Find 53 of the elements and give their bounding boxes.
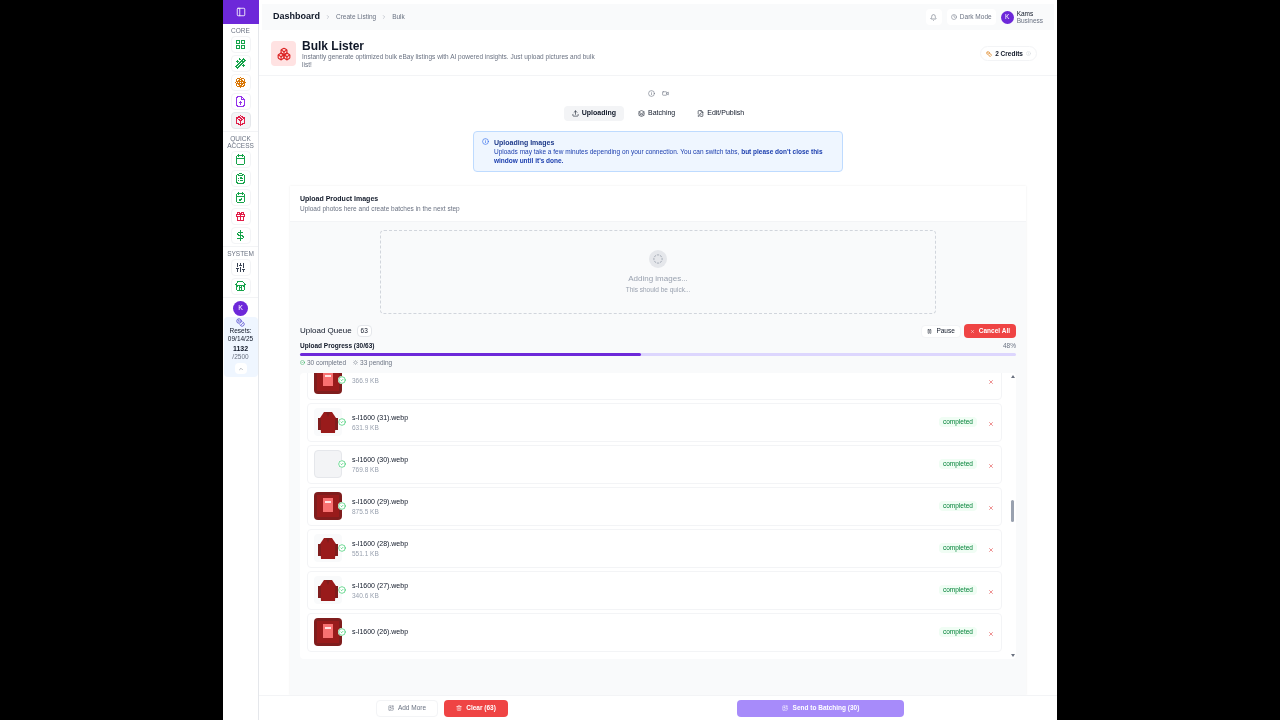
bell-icon xyxy=(930,13,938,21)
remove-button[interactable] xyxy=(987,461,995,470)
upload-icon xyxy=(571,110,579,117)
close-icon xyxy=(988,630,994,637)
boxes-icon xyxy=(276,46,291,61)
remove-button[interactable] xyxy=(987,629,995,638)
image-plus-icon xyxy=(781,705,788,711)
edit-icon xyxy=(697,110,705,117)
video-button[interactable] xyxy=(659,88,671,99)
check-circle-icon xyxy=(300,360,305,366)
remove-button[interactable] xyxy=(987,419,995,428)
close-icon xyxy=(988,546,994,553)
thumbnail-placeholder xyxy=(314,450,342,478)
layers-icon xyxy=(638,110,645,117)
close-icon xyxy=(988,504,994,511)
dropzone-title: Adding images... xyxy=(628,272,688,285)
queue-title: Upload Queue xyxy=(300,325,352,337)
sidebar-item[interactable] xyxy=(230,93,251,110)
trash-icon xyxy=(456,705,463,711)
video-icon xyxy=(661,90,669,97)
notifications-button[interactable] xyxy=(925,9,942,25)
sidebar-item[interactable] xyxy=(230,208,251,225)
close-icon xyxy=(969,328,975,334)
sidebar-item[interactable] xyxy=(230,259,251,276)
info-icon xyxy=(482,138,489,145)
close-icon xyxy=(988,588,994,595)
sidebar-item[interactable] xyxy=(230,112,251,129)
coins-icon xyxy=(986,50,993,57)
loader-icon xyxy=(353,360,359,366)
info-button[interactable] xyxy=(645,88,657,99)
info-icon xyxy=(647,90,655,97)
info-icon xyxy=(1026,51,1031,56)
pause-icon xyxy=(927,328,933,334)
close-icon xyxy=(988,462,994,469)
panel-icon xyxy=(235,7,246,17)
chevron-right-icon xyxy=(381,14,388,20)
scroll-down-icon xyxy=(1010,654,1015,657)
chevron-right-icon xyxy=(325,14,331,20)
remove-button[interactable] xyxy=(987,377,995,386)
remove-button[interactable] xyxy=(987,503,995,512)
spinner-icon xyxy=(649,249,667,268)
close-icon xyxy=(988,420,994,427)
coins-icon xyxy=(236,318,245,327)
image-plus-icon xyxy=(387,705,394,711)
clock-icon xyxy=(950,14,957,20)
chevron-up-icon xyxy=(237,365,244,372)
page-heading: Dashboard xyxy=(273,10,320,24)
close-icon xyxy=(988,378,994,385)
scroll-up-icon xyxy=(1010,374,1015,378)
remove-button[interactable] xyxy=(987,545,995,554)
page-title: Bulk Lister xyxy=(302,38,365,53)
remove-button[interactable] xyxy=(987,587,995,596)
sidebar-toggle-button[interactable] xyxy=(222,0,259,24)
